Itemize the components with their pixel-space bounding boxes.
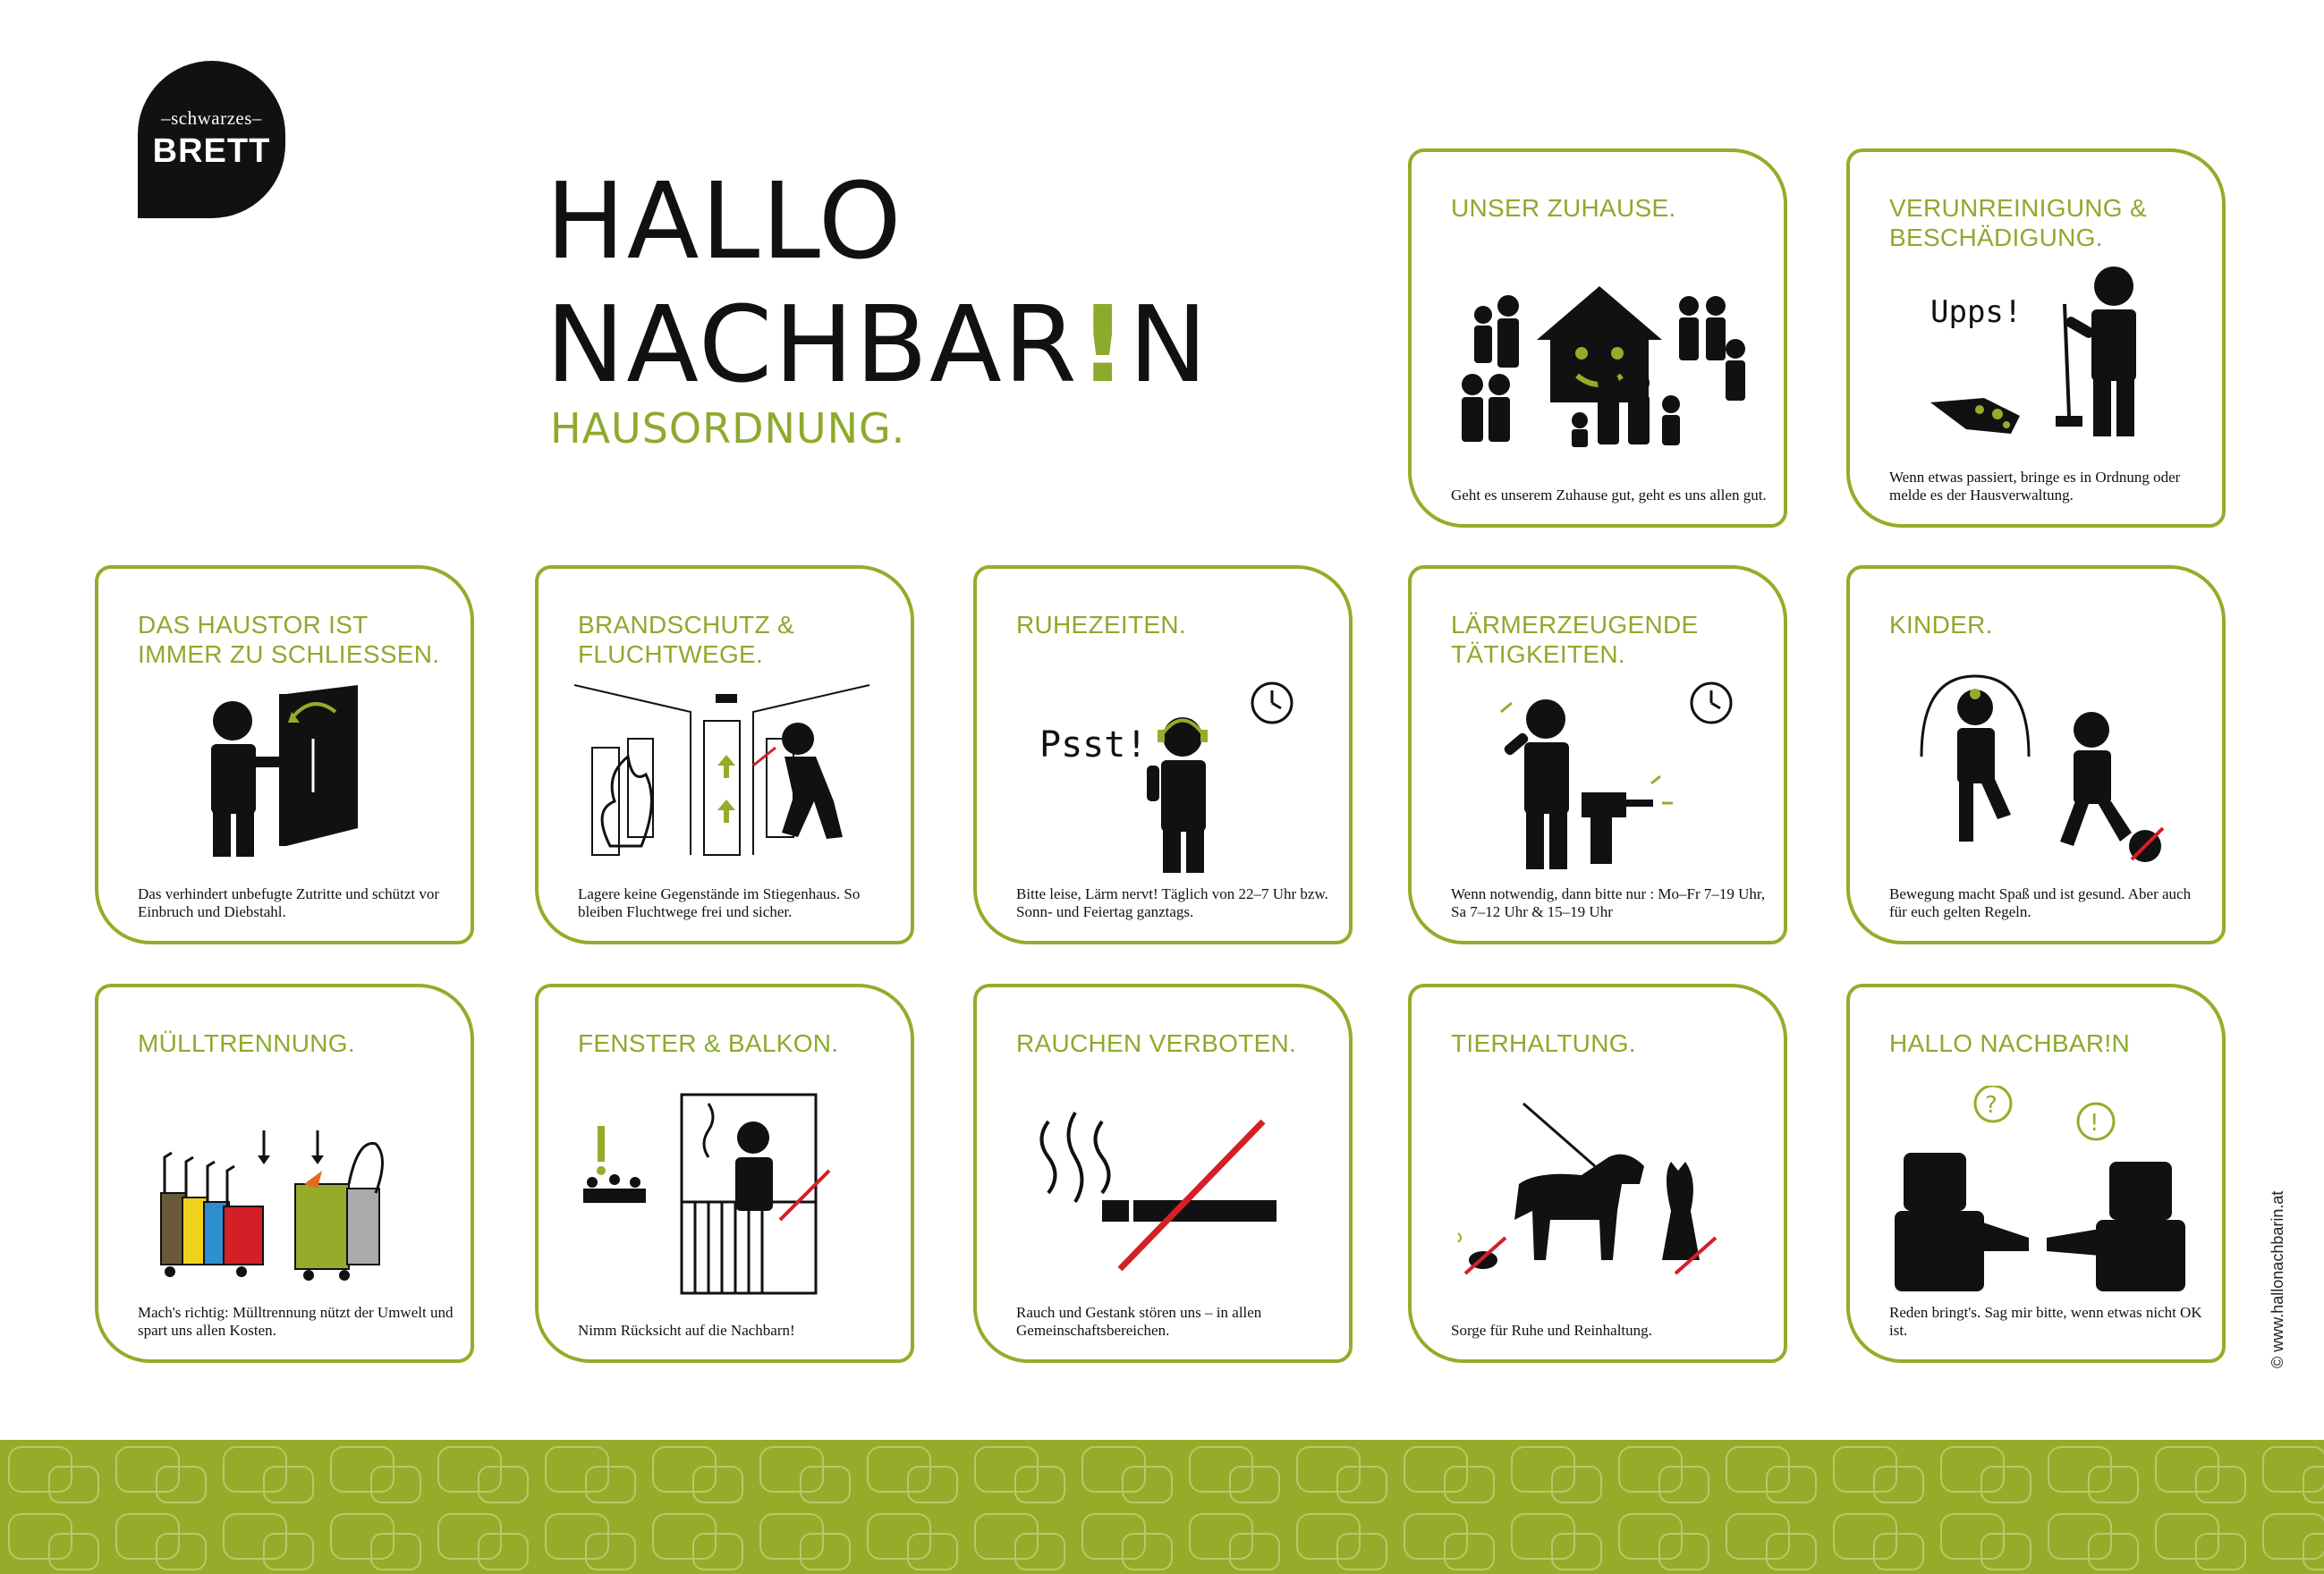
- waste-bins-icon: [160, 1130, 384, 1281]
- brand-logo: –schwarzes– BRETT: [138, 61, 285, 218]
- card-text: Geht es unserem Zuhause gut, geht es uns…: [1451, 487, 1767, 504]
- playing-children-icon: [1920, 674, 2165, 862]
- psst-label: Psst!: [1039, 724, 1147, 766]
- quiet-person-icon: Psst!: [1039, 681, 1293, 873]
- logo-main-text: BRETT: [152, 132, 271, 170]
- card-text: Bitte leise, Lärm nervt! Täglich von 22–…: [1016, 885, 1328, 920]
- dog-cat-icon: [1457, 1102, 1718, 1275]
- card-text: Lagere keine Gegenstände im Stiegenhaus.…: [578, 885, 861, 920]
- card-text: Wenn etwas passiert, bringe es in Ordnun…: [1889, 469, 2181, 504]
- card-title: MÜLLTRENNUNG.: [138, 1029, 355, 1057]
- upps-label: Upps!: [1930, 294, 2022, 330]
- card-text: Bewegung macht Spaß und ist gesund. Aber…: [1889, 885, 2192, 920]
- card-title: RUHEZEITEN.: [1016, 611, 1186, 639]
- svg-text:!: !: [2090, 1110, 2099, 1137]
- card-text: Das verhindert unbefugte Zutritte und sc…: [138, 885, 440, 920]
- page-title-line2: NACHBAR!N: [546, 283, 1209, 406]
- fire-escape-icon: [574, 684, 870, 856]
- footer-pattern-icon: [0, 1440, 2324, 1574]
- house-family-icon: [1462, 286, 1745, 447]
- card-title: DAS HAUSTOR IST IMMER ZU SCHLIESSEN.: [138, 611, 440, 668]
- svg-text:?: ?: [1985, 1092, 1997, 1119]
- card-rauchen-verboten: RAUCHEN VERBOTEN. Rauch und Gestank stör…: [973, 984, 1353, 1363]
- title-part: NACHBAR: [546, 283, 1079, 406]
- no-smoking-icon: [1039, 1111, 1277, 1272]
- card-title: FENSTER & BALKON.: [578, 1029, 839, 1057]
- handshake-icon: ? !: [1895, 1086, 2185, 1291]
- card-kinder: KINDER. Bewegung macht Spaß und ist gesu…: [1846, 565, 2226, 944]
- card-text: Reden bringt's. Sag mir bitte, wenn etwa…: [1889, 1304, 2202, 1339]
- logo-top-text: –schwarzes–: [161, 107, 262, 129]
- card-title: HALLO NACHBAR!N: [1889, 1029, 2131, 1057]
- card-brandschutz: BRANDSCHUTZ & FLUCHTWEGE. Lagere keine G…: [535, 565, 914, 944]
- title-part-end: N: [1128, 283, 1209, 406]
- card-title: KINDER.: [1889, 611, 1993, 639]
- card-verunreinigung: VERUNREINIGUNG & BESCHÄDIGUNG. Upps! Wen…: [1846, 148, 2226, 528]
- card-title: VERUNREINIGUNG & BESCHÄDIGUNG.: [1889, 194, 2147, 251]
- card-hallo-nachbarin: HALLO NACHBAR!N ? ! Reden bringt's. Sag …: [1846, 984, 2226, 1363]
- card-text: Rauch und Gestank stören uns – in allen …: [1016, 1304, 1262, 1339]
- card-title: LÄRMERZEUGENDE TÄTIGKEITEN.: [1451, 611, 1699, 668]
- closing-door-icon: [211, 685, 358, 857]
- page-title-line1: HALLO: [546, 159, 903, 283]
- card-text: Wenn notwendig, dann bitte nur : Mo–Fr 7…: [1451, 885, 1766, 920]
- footer-pattern-band: [0, 1440, 2324, 1574]
- balcony-icon: [583, 1093, 831, 1295]
- card-title: UNSER ZUHAUSE.: [1451, 194, 1676, 222]
- card-haustor: DAS HAUSTOR IST IMMER ZU SCHLIESSEN. Das…: [95, 565, 474, 944]
- card-ruhezeiten: RUHEZEITEN. Psst! Bitte leise, Lärm nerv…: [973, 565, 1353, 944]
- card-tierhaltung: TIERHALTUNG. Sorge für Ruhe und Reinhalt…: [1408, 984, 1787, 1363]
- card-text: Nimm Rücksicht auf die Nachbarn!: [578, 1322, 795, 1339]
- card-title: TIERHALTUNG.: [1451, 1029, 1636, 1057]
- card-laermerzeugende: LÄRMERZEUGENDE TÄTIGKEITEN. Wenn notwend…: [1408, 565, 1787, 944]
- card-fenster-balkon: FENSTER & BALKON. Nimm Rücksicht auf die…: [535, 984, 914, 1363]
- copyright-credit: © www.hallonachbarin.at: [2269, 1190, 2286, 1368]
- sweeping-person-icon: Upps!: [1930, 267, 2136, 436]
- card-muelltrennung: MÜLLTRENNUNG. Mach's richtig: Mülltrennu…: [95, 984, 474, 1363]
- card-text: Mach's richtig: Mülltrennung nützt der U…: [138, 1304, 454, 1339]
- card-title: BRANDSCHUTZ & FLUCHTWEGE.: [578, 611, 794, 668]
- card-text: Sorge für Ruhe und Reinhaltung.: [1451, 1322, 1652, 1339]
- drilling-person-icon: [1500, 681, 1733, 869]
- page-title: HALLO NACHBAR!N: [546, 159, 1209, 406]
- card-unser-zuhause: UNSER ZUHAUSE. Geht es unserem Zuhause g…: [1408, 148, 1787, 528]
- page-subtitle: HAUSORDNUNG.: [550, 404, 906, 453]
- title-bang: !: [1078, 283, 1129, 406]
- card-title: RAUCHEN VERBOTEN.: [1016, 1029, 1297, 1057]
